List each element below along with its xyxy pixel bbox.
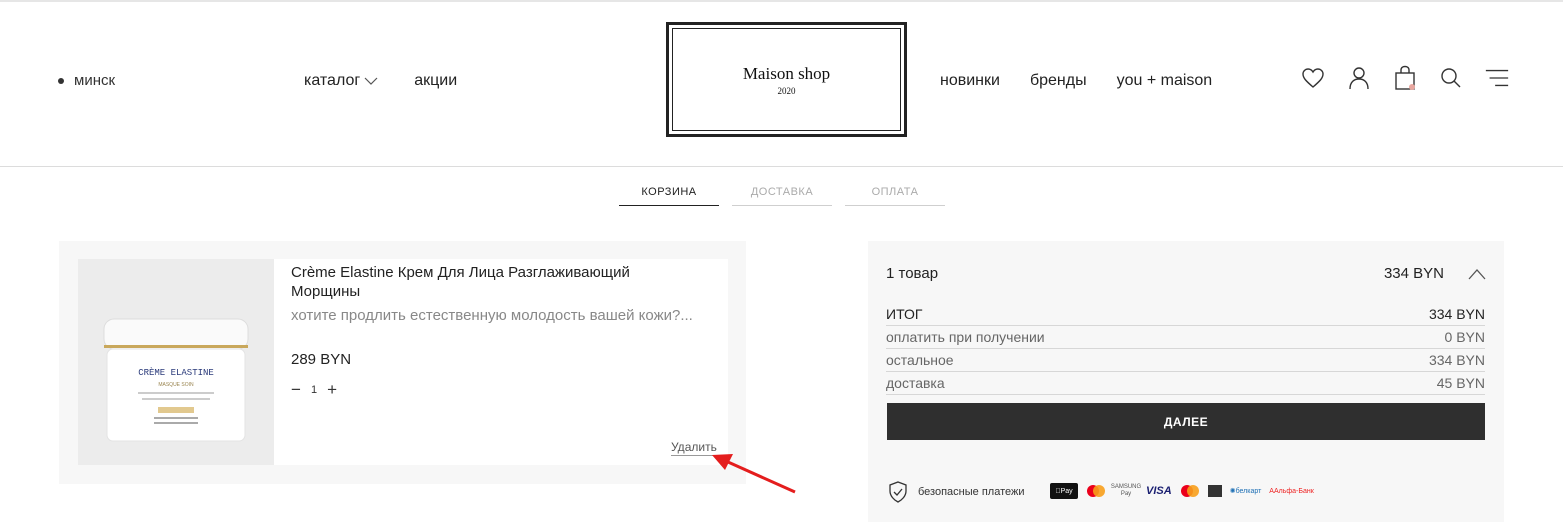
nav-right: новинки бренды you + maison [940,72,1212,90]
nav-catalog-label: каталог [304,72,361,89]
cart-panel: CRÈME ELASTINE MASQUE SOIN Crème Elastin… [59,241,746,484]
shield-icon [889,481,907,503]
header-icons [1300,64,1510,92]
alfa-bank-text: Альфа-Банк [1273,487,1314,495]
quantity-value: 1 [310,384,318,396]
bag-icon[interactable] [1392,64,1418,92]
chevron-up-icon[interactable] [1468,268,1486,280]
row-label: оплатить при получении [886,329,1045,345]
secure-label: безопасные платежи [918,486,1025,498]
nav-brands[interactable]: бренды [1030,72,1087,90]
card-logo [1207,485,1222,497]
minus-icon[interactable]: − [291,381,301,398]
row-label: доставка [886,375,945,391]
belkart-logo: ✺ белкарт [1229,487,1262,496]
product-price: 289 BYN [291,351,352,368]
step-payment[interactable]: ОПЛАТА [845,186,945,206]
step-cart[interactable]: КОРЗИНА [619,186,719,206]
item-count-price: 334 BYN [1383,265,1444,282]
site-header: минск каталог акции Maison shop 2020 нов… [0,2,1563,167]
step-delivery[interactable]: ДОСТАВКА [732,186,832,206]
summary-row-rest: остальное 334 BYN [886,349,1485,372]
nav-sales[interactable]: акции [414,72,457,90]
summary-rows: ИТОГ 334 BYN оплатить при получении 0 BY… [886,303,1485,395]
summary-row-cod: оплатить при получении 0 BYN [886,326,1485,349]
summary-header[interactable]: 1 товар 334 BYN [886,265,1486,282]
order-summary: 1 товар 334 BYN ИТОГ 334 BYN оплатить пр… [868,241,1504,522]
payment-logos: Pay SAMSUNG Pay VISA ✺белкарт AАльфа-Ба… [1050,483,1314,499]
logo-frame: Maison shop 2020 [672,28,901,131]
city-label: минск [74,72,116,89]
nav-catalog[interactable]: каталог [304,72,378,90]
search-icon[interactable] [1438,64,1464,92]
row-label: ИТОГ [886,306,923,322]
logo-title: Maison shop [742,63,831,83]
samsung-pay-logo: SAMSUNG Pay [1110,484,1142,497]
site-logo[interactable]: Maison shop 2020 [666,22,907,137]
row-value: 45 BYN [1436,375,1485,391]
row-label: остальное [886,352,954,368]
chevron-down-icon [364,77,378,85]
apple-pay-text: Pay [1057,487,1073,495]
product-image[interactable]: CRÈME ELASTINE MASQUE SOIN [78,259,274,465]
nav-you-maison[interactable]: you + maison [1117,72,1213,90]
maestro-logo [1180,485,1199,497]
menu-icon[interactable] [1484,64,1510,92]
item-count: 1 товар [886,265,939,282]
visa-logo: VISA [1146,485,1172,497]
user-icon[interactable] [1346,64,1372,92]
heart-icon[interactable] [1300,64,1326,92]
next-button[interactable]: ДАЛЕЕ [887,403,1485,440]
nav-left: каталог акции [304,72,457,90]
remove-button[interactable]: Удалить [671,440,717,456]
summary-row-delivery: доставка 45 BYN [886,372,1485,395]
product-name[interactable]: Crème Elastine Крем Для Лица Разглаживаю… [291,263,691,301]
secure-payments: безопасные платежи [888,481,1024,503]
location-dot-icon [58,77,64,84]
product-image-label: CRÈME ELASTINE [138,367,214,378]
row-value: 334 BYN [1428,306,1485,322]
city-selector[interactable]: минск [58,72,115,89]
plus-icon[interactable]: + [327,381,337,398]
nav-new[interactable]: новинки [940,72,1000,90]
quantity-stepper: − 1 + [291,381,337,398]
product-description: хотите продлить естественную молодость в… [291,307,693,324]
summary-row-total: ИТОГ 334 BYN [886,303,1485,326]
apple-pay-logo: Pay [1050,483,1078,499]
cart-item: CRÈME ELASTINE MASQUE SOIN Crème Elastin… [78,259,728,465]
alfa-bank-logo: A Альфа-Банк [1269,487,1314,495]
mastercard-logo [1087,485,1105,497]
checkout-steps: КОРЗИНА ДОСТАВКА ОПЛАТА [619,186,945,206]
row-value: 0 BYN [1444,329,1485,345]
belkart-text: белкарт [1235,487,1262,495]
product-image-sublabel: MASQUE SOIN [158,382,194,388]
logo-year: 2020 [777,85,796,96]
row-value: 334 BYN [1428,352,1485,368]
